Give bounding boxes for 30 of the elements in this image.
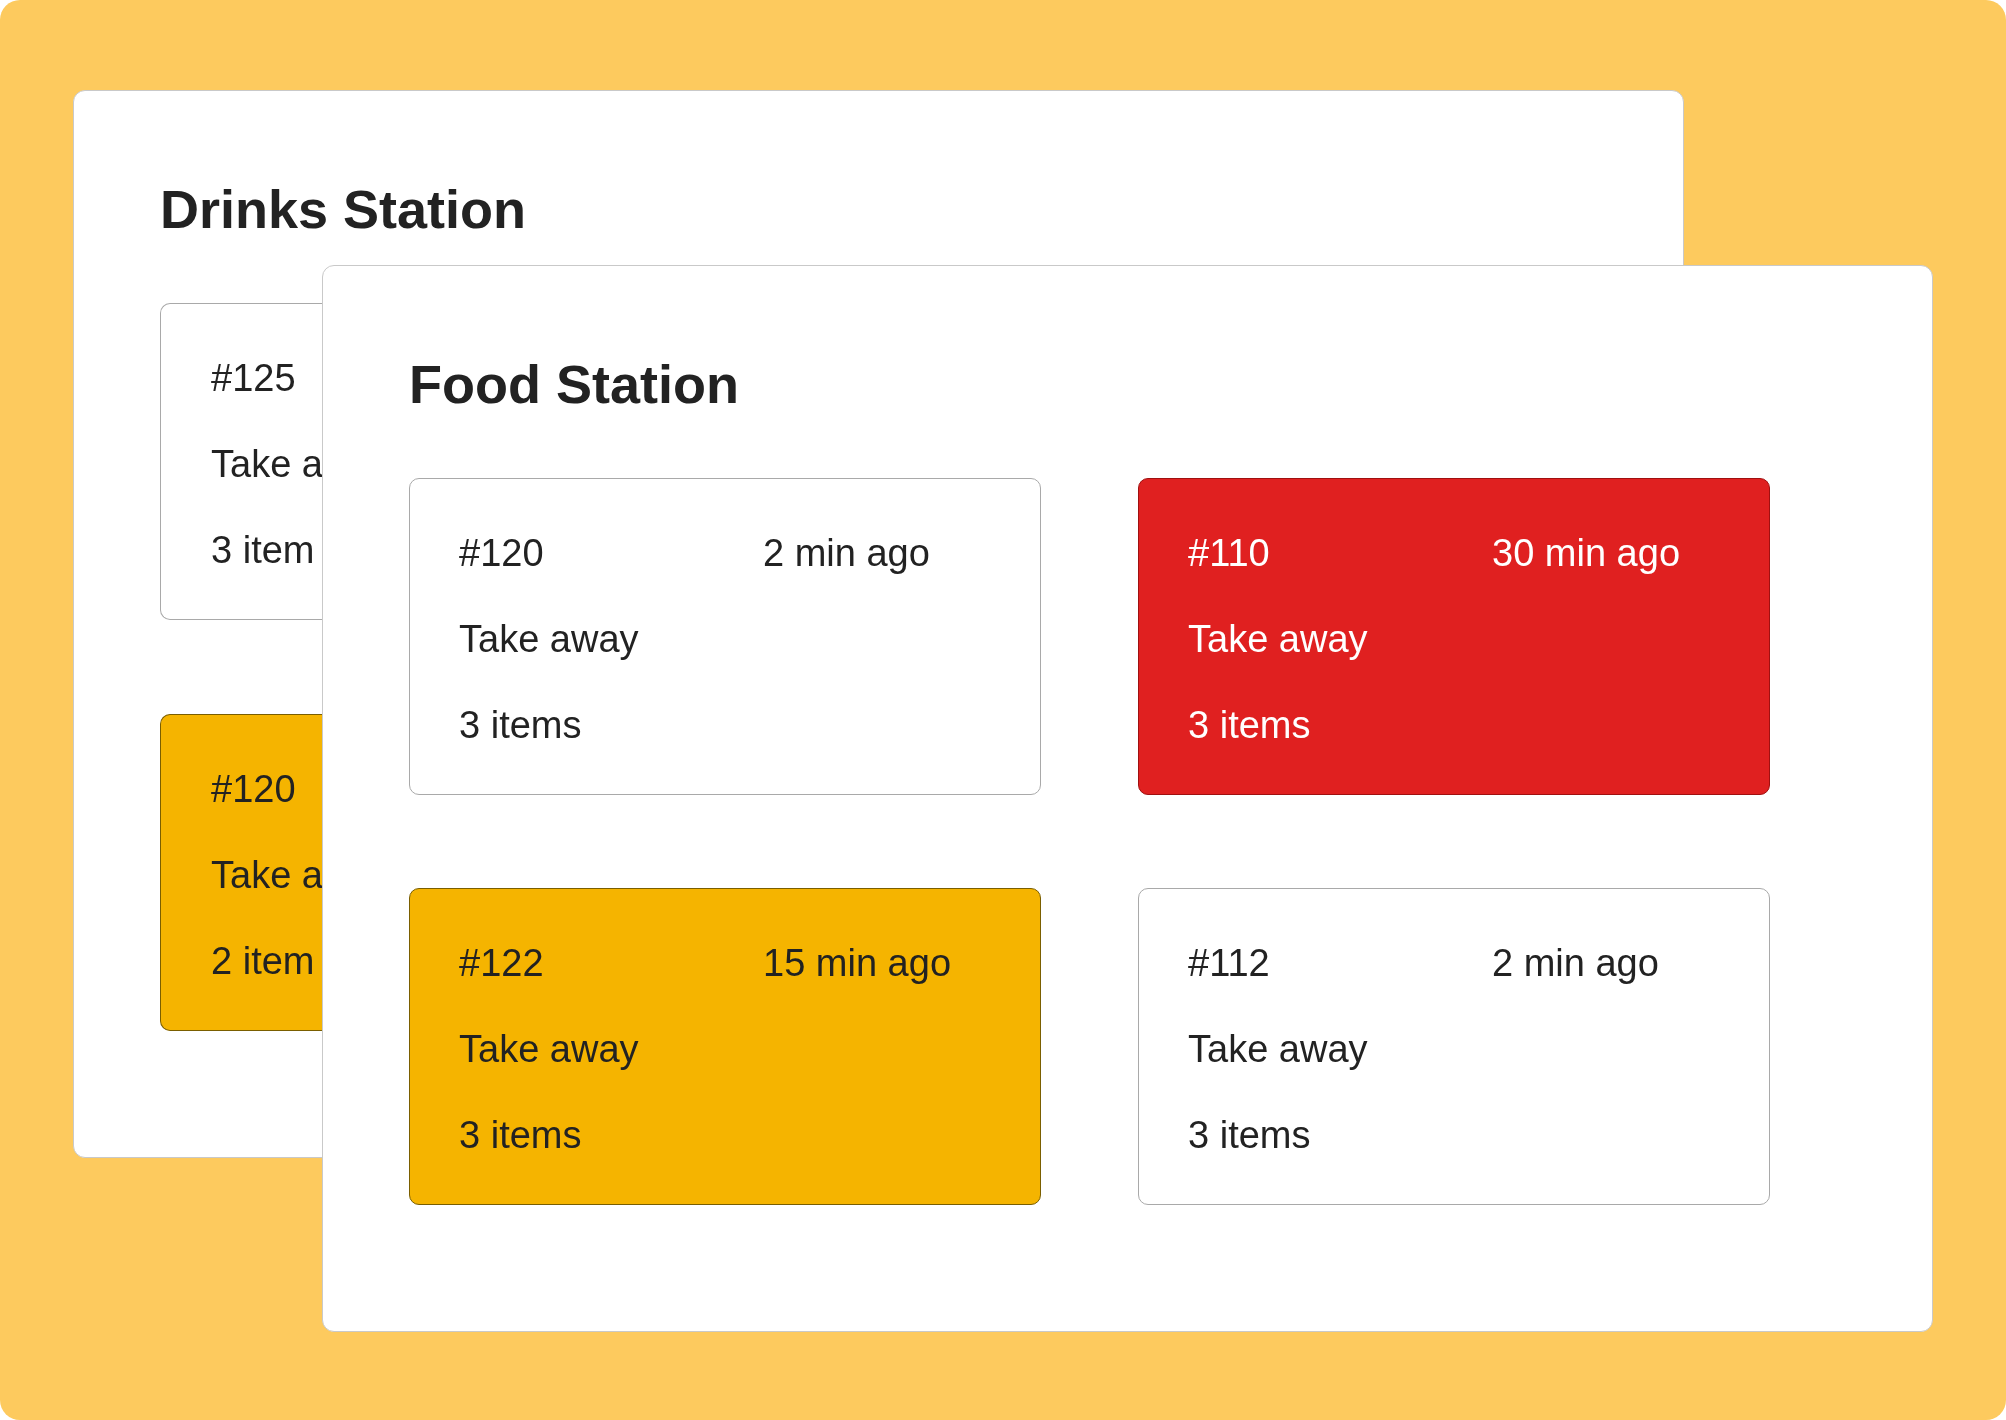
order-time: 2 min ago [1492, 941, 1659, 986]
item-count: 3 items [459, 1113, 582, 1158]
order-number: #122 [459, 941, 545, 986]
order-card[interactable]: #120 2 min ago Take away 3 items [409, 478, 1041, 795]
order-card[interactable]: #110 30 min ago Take away 3 items [1138, 478, 1770, 795]
order-number: #120 [459, 531, 545, 576]
order-time: 30 min ago [1492, 531, 1680, 576]
station-title: Food Station [409, 353, 739, 416]
order-card[interactable]: #125 Take a 3 item [160, 303, 323, 620]
order-time: 15 min ago [763, 941, 951, 986]
item-count: 3 item [211, 528, 315, 573]
order-card[interactable]: #120 Take a 2 item [160, 714, 323, 1031]
item-count: 3 items [1188, 703, 1311, 748]
order-number: #120 [211, 767, 296, 812]
order-type: Take away [459, 1027, 639, 1072]
order-type: Take away [1188, 1027, 1368, 1072]
item-count: 3 items [459, 703, 582, 748]
order-number: #110 [1188, 531, 1271, 576]
item-count: 2 item [211, 939, 315, 984]
station-title: Drinks Station [160, 178, 527, 241]
order-number: #125 [211, 356, 296, 401]
order-card[interactable]: #122 15 min ago Take away 3 items [409, 888, 1041, 1205]
order-type: Take a [211, 442, 323, 487]
order-type: Take away [1188, 617, 1368, 662]
order-type: Take a [211, 853, 323, 898]
item-count: 3 items [1188, 1113, 1311, 1158]
order-card[interactable]: #112 2 min ago Take away 3 items [1138, 888, 1770, 1205]
order-number: #112 [1188, 941, 1271, 986]
order-type: Take away [459, 617, 639, 662]
order-time: 2 min ago [763, 531, 930, 576]
